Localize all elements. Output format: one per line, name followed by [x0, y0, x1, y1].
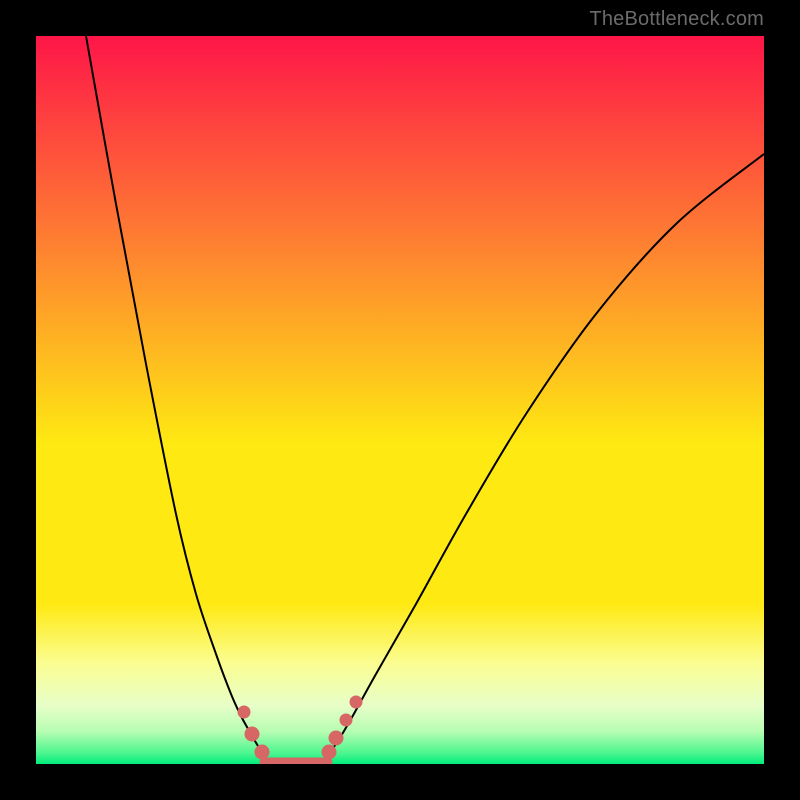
bead-marker: [340, 714, 352, 726]
bead-marker: [350, 696, 362, 708]
bead-marker: [238, 706, 250, 718]
plot-area: [36, 36, 764, 764]
curve-layer: [36, 36, 764, 764]
bead-marker: [322, 745, 336, 759]
bead-marker: [255, 745, 269, 759]
bead-marker: [245, 727, 259, 741]
curve-right-branch: [328, 154, 764, 754]
watermark-text: TheBottleneck.com: [589, 8, 764, 31]
bead-markers: [238, 696, 362, 759]
chart-frame: TheBottleneck.com: [0, 0, 800, 800]
curve-left-branch: [86, 36, 264, 754]
bead-marker: [329, 731, 343, 745]
